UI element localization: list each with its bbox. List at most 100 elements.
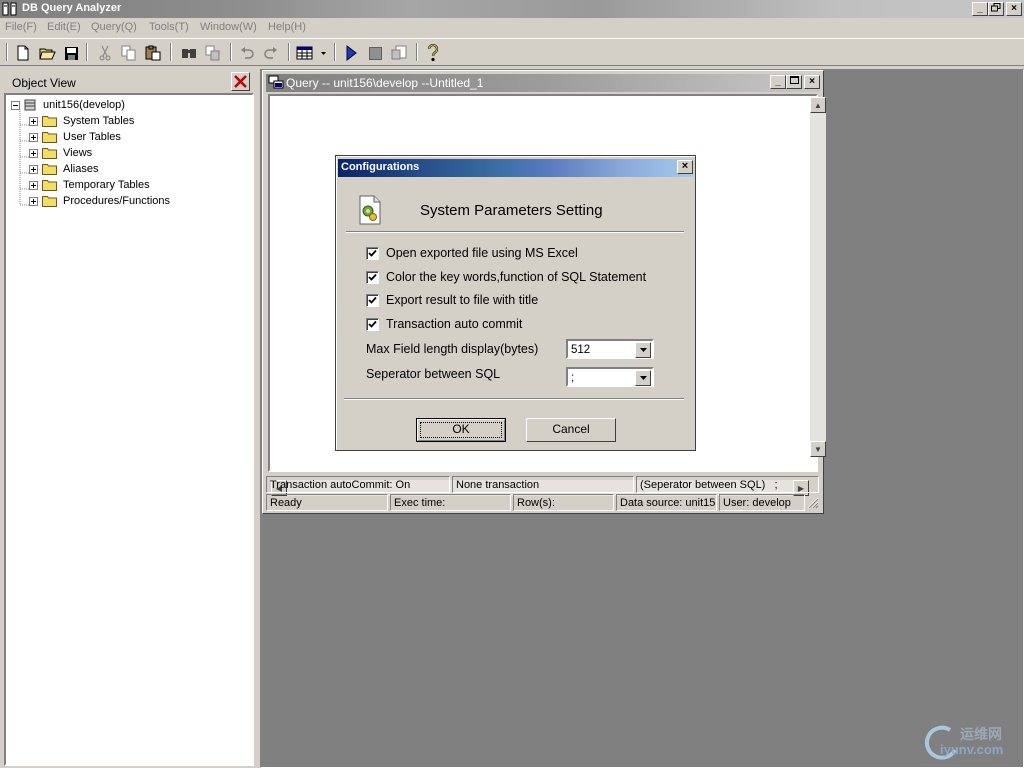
tree-item-system-tables[interactable]: System Tables	[29, 113, 134, 129]
chevron-down-icon[interactable]	[635, 342, 651, 358]
separator-combo[interactable]: ;	[566, 367, 654, 387]
status-separator: (Seperator between SQL) ;	[636, 476, 819, 493]
separator-label: Seperator between SQL	[366, 367, 501, 381]
expand-icon[interactable]	[29, 196, 38, 206]
checkbox-checked[interactable]	[366, 317, 379, 331]
toolbar-grip	[6, 43, 8, 61]
toolbar-separator	[170, 43, 172, 61]
tree-item-label: Views	[63, 147, 93, 159]
folder-icon	[42, 132, 57, 143]
paste-icon[interactable]	[142, 42, 164, 64]
close-icon	[234, 75, 247, 88]
folder-icon	[42, 164, 57, 175]
expand-icon[interactable]	[29, 132, 38, 142]
expand-icon[interactable]	[29, 180, 38, 190]
cut-icon[interactable]	[94, 42, 116, 64]
resize-grip-icon[interactable]	[807, 497, 819, 509]
expand-icon[interactable]	[29, 116, 38, 126]
max-field-combo[interactable]: 512	[566, 339, 654, 359]
export-icon[interactable]	[388, 42, 410, 64]
open-folder-icon[interactable]	[36, 42, 58, 64]
app-title-bar: DB Query Analyzer _ ×	[0, 0, 1024, 18]
redo-icon[interactable]	[260, 42, 282, 64]
dialog-title-bar: Configurations ×	[338, 159, 693, 177]
folder-icon	[42, 180, 57, 191]
scroll-down-icon[interactable]: ▼	[810, 441, 826, 457]
option-label: Color the key words,function of SQL Stat…	[386, 270, 647, 284]
tree-item-views[interactable]: Views	[29, 145, 92, 161]
menu-window[interactable]: Window(W)	[200, 21, 257, 33]
tree-item-label: Aliases	[63, 163, 99, 175]
find-icon[interactable]	[178, 42, 200, 64]
collapse-icon[interactable]	[11, 100, 20, 110]
expand-icon[interactable]	[29, 148, 38, 158]
tree-item-aliases[interactable]: Aliases	[29, 161, 98, 177]
help-icon[interactable]	[422, 42, 444, 64]
option-open-excel[interactable]: Open exported file using MS Excel	[366, 246, 578, 260]
dialog-close-button[interactable]: ×	[677, 160, 693, 174]
expand-icon[interactable]	[29, 164, 38, 174]
minimize-button[interactable]: _	[972, 2, 988, 16]
object-view-header: Object View	[4, 70, 254, 92]
folder-icon	[42, 116, 57, 127]
cancel-button[interactable]: Cancel	[526, 418, 616, 442]
query-close-button[interactable]: ×	[804, 75, 820, 89]
checkbox-checked[interactable]	[366, 293, 379, 307]
menu-tools[interactable]: Tools(T)	[149, 21, 189, 33]
vertical-scrollbar[interactable]: ▲ ▼	[810, 97, 826, 457]
query-maximize-button[interactable]	[786, 75, 802, 89]
execute-icon[interactable]	[340, 42, 362, 64]
status-rows: Row(s):	[513, 494, 614, 511]
checkbox-checked[interactable]	[366, 270, 379, 284]
query-window-icon	[268, 75, 284, 89]
settings-document-icon	[359, 195, 381, 225]
chevron-down-icon[interactable]	[635, 370, 651, 386]
tree-item-temporary-tables[interactable]: Temporary Tables	[29, 177, 150, 193]
result-grid-icon[interactable]	[294, 42, 328, 64]
object-tree[interactable]: unit156(develop) System Tables User Tabl…	[4, 93, 254, 766]
ok-button-label: OK	[452, 422, 470, 436]
tree-item-label: System Tables	[63, 115, 135, 127]
replace-icon[interactable]	[202, 42, 224, 64]
status-exec-time: Exec time:	[390, 494, 511, 511]
maximize-icon	[789, 76, 799, 84]
restore-button[interactable]	[988, 2, 1004, 16]
dialog-heading: System Parameters Setting	[420, 202, 603, 219]
option-color-keywords[interactable]: Color the key words,function of SQL Stat…	[366, 270, 646, 284]
database-icon	[24, 99, 36, 111]
menu-help[interactable]: Help(H)	[268, 21, 306, 33]
menu-edit[interactable]: Edit(E)	[47, 21, 81, 33]
object-view-close-button[interactable]	[231, 72, 250, 91]
toolbar-separator	[288, 43, 290, 61]
undo-icon[interactable]	[236, 42, 258, 64]
folder-icon	[42, 196, 57, 207]
checkbox-checked[interactable]	[366, 246, 379, 260]
option-export-with-title[interactable]: Export result to file with title	[366, 293, 538, 307]
ok-button[interactable]: OK	[416, 418, 506, 442]
tree-item-procedures-functions[interactable]: Procedures/Functions	[29, 193, 170, 209]
close-button[interactable]: ×	[1006, 2, 1022, 16]
menu-file[interactable]: File(F)	[5, 21, 37, 33]
tree-root-label: unit156(develop)	[43, 99, 125, 111]
tree-root-node[interactable]: unit156(develop)	[11, 97, 125, 113]
separator-value: ;	[571, 372, 575, 384]
copy-icon[interactable]	[118, 42, 140, 64]
option-auto-commit[interactable]: Transaction auto commit	[366, 317, 522, 331]
save-icon[interactable]	[60, 42, 82, 64]
restore-icon	[991, 3, 1001, 12]
scroll-up-icon[interactable]: ▲	[810, 97, 826, 113]
dialog-title: Configurations	[341, 161, 420, 173]
divider	[346, 231, 684, 233]
new-file-icon[interactable]	[12, 42, 34, 64]
tree-item-user-tables[interactable]: User Tables	[29, 129, 121, 145]
option-label: Open exported file using MS Excel	[386, 246, 578, 260]
menu-query[interactable]: Query(Q)	[91, 21, 137, 33]
toolbar-separator	[230, 43, 232, 61]
query-minimize-button[interactable]: _	[770, 75, 786, 89]
app-title: DB Query Analyzer	[22, 2, 122, 14]
stop-icon[interactable]	[364, 42, 386, 64]
status-user: User: develop	[719, 494, 805, 511]
toolbar	[0, 38, 1024, 66]
watermark: 运维网 iyunv.com	[920, 722, 1020, 762]
folder-icon	[42, 148, 57, 159]
